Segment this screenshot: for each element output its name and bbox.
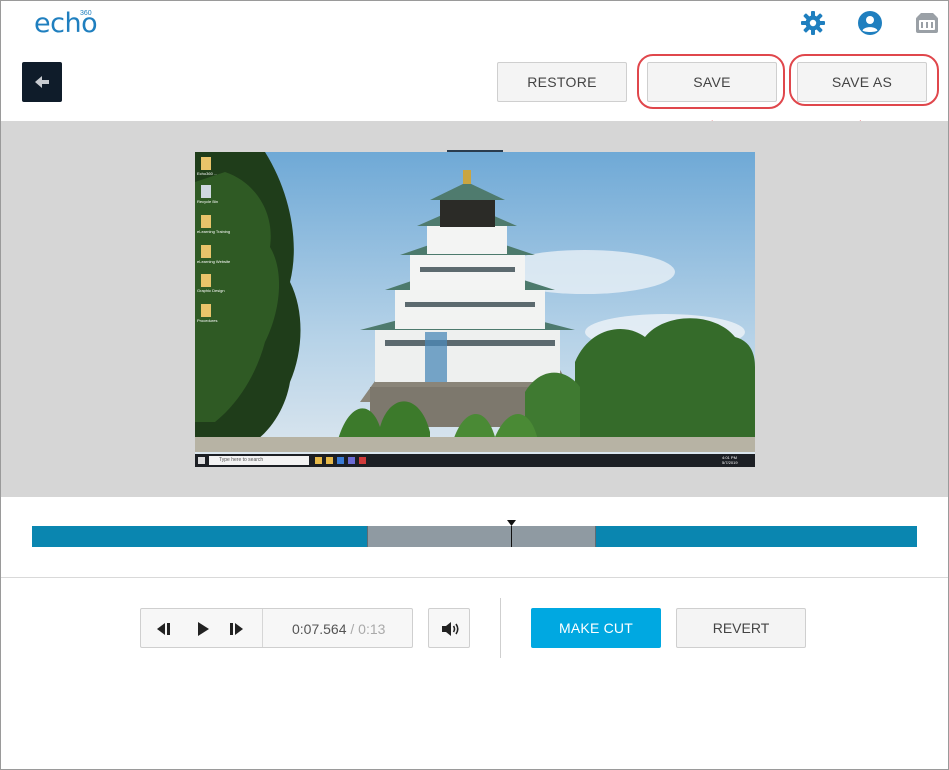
play-icon[interactable] xyxy=(193,619,213,639)
svg-text:Echo360 ...: Echo360 ... xyxy=(197,171,217,176)
save-highlight-ring xyxy=(637,54,785,109)
timeline-segment-kept[interactable] xyxy=(32,526,368,547)
step-back-icon[interactable] xyxy=(153,619,173,639)
segment-boundary xyxy=(595,526,596,547)
step-forward-icon[interactable] xyxy=(227,619,247,639)
volume-button[interactable] xyxy=(428,608,470,648)
timeline-segment-cut[interactable] xyxy=(368,526,596,547)
svg-text:eLearning Training: eLearning Training xyxy=(197,229,230,234)
save-as-highlight-ring xyxy=(789,54,939,106)
total-duration: 0:13 xyxy=(358,621,386,637)
playhead-marker-icon[interactable] xyxy=(507,520,516,526)
video-preview[interactable]: Echo360 ... Recycle Bin eLearning Traini… xyxy=(195,152,755,467)
playhead-line[interactable] xyxy=(511,526,512,547)
timeline-segment-kept[interactable] xyxy=(596,526,917,547)
svg-text:Recycle Bin: Recycle Bin xyxy=(197,199,218,204)
time-readout: 0:07.564 / 0:13 xyxy=(292,621,385,637)
current-time: 0:07.564 xyxy=(292,621,347,637)
svg-text:Procedures: Procedures xyxy=(197,318,217,323)
svg-text:eLearning Website: eLearning Website xyxy=(197,259,231,264)
back-button[interactable] xyxy=(22,62,62,102)
video-frame: Echo360 ... Recycle Bin eLearning Traini… xyxy=(195,152,755,467)
user-account-icon[interactable] xyxy=(856,9,884,37)
section-divider xyxy=(1,577,948,578)
revert-button[interactable]: REVERT xyxy=(676,608,806,648)
taskbar-search-placeholder: Type here to search xyxy=(219,457,264,463)
time-separator: / xyxy=(350,621,355,637)
timeline-track[interactable] xyxy=(32,520,917,547)
controls-separator xyxy=(262,609,263,647)
arrow-left-icon xyxy=(35,76,49,88)
svg-text:Graphic Design: Graphic Design xyxy=(197,288,225,293)
gear-icon[interactable] xyxy=(799,9,827,37)
volume-icon xyxy=(442,622,459,636)
segment-boundary xyxy=(367,526,368,547)
restore-button[interactable]: RESTORE xyxy=(497,62,627,102)
controls-vertical-divider xyxy=(500,598,501,658)
logo-superscript: 360 xyxy=(80,10,92,17)
tray-icon[interactable] xyxy=(913,9,941,37)
make-cut-button[interactable]: MAKE CUT xyxy=(531,608,661,648)
taskbar-clock-date: 5/7/2019 xyxy=(722,460,738,465)
